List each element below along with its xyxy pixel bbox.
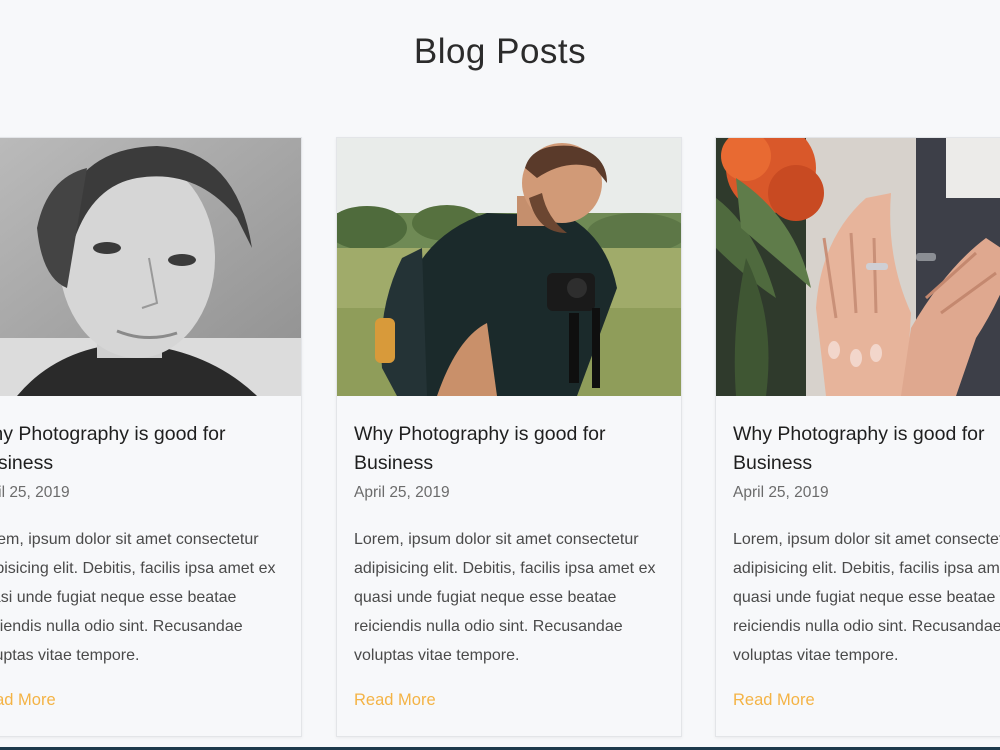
- post-title-line2: Business: [0, 452, 54, 474]
- photographer-photo-icon: [337, 138, 681, 396]
- post-date: April 25, 2019: [0, 484, 70, 501]
- post-excerpt: Lorem, ipsum dolor sit amet consectetur …: [733, 531, 1000, 664]
- section-title: Blog Posts: [413, 32, 587, 71]
- post-title-line2: Business: [733, 452, 813, 474]
- read-more-link[interactable]: Read More: [0, 691, 56, 710]
- blog-card: Why Photography is good for Business Apr…: [715, 137, 1000, 737]
- blog-card: Why Photography is good for Business Apr…: [0, 137, 302, 737]
- post-excerpt: Lorem, ipsum dolor sit amet consectetur …: [0, 531, 276, 664]
- card-image-wedding[interactable]: [716, 138, 1000, 396]
- post-title[interactable]: Why Photography is good for Business: [354, 420, 664, 478]
- post-title-line2: Business: [354, 452, 434, 474]
- post-title-line1: Why Photography is good for: [354, 423, 606, 445]
- card-image-portrait[interactable]: [0, 138, 301, 396]
- portrait-photo-icon: [0, 138, 301, 396]
- post-title-line1: Why Photography is good for: [733, 423, 985, 445]
- post-title[interactable]: Why Photography is good for Business: [0, 420, 284, 478]
- blog-section: Blog Posts y Photography is good for ine…: [0, 0, 1000, 750]
- post-date: April 25, 2019: [354, 484, 450, 501]
- post-title[interactable]: Why Photography is good for Business: [733, 420, 1000, 478]
- post-excerpt: Lorem, ipsum dolor sit amet consectetur …: [354, 531, 656, 664]
- blog-card: Why Photography is good for Business Apr…: [336, 137, 682, 737]
- card-image-photographer[interactable]: [337, 138, 681, 396]
- read-more-link[interactable]: Read More: [354, 691, 436, 710]
- wedding-rings-photo-icon: [716, 138, 1000, 396]
- post-title-line1: Why Photography is good for: [0, 423, 226, 445]
- post-date: April 25, 2019: [733, 484, 829, 501]
- read-more-link[interactable]: Read More: [733, 691, 815, 710]
